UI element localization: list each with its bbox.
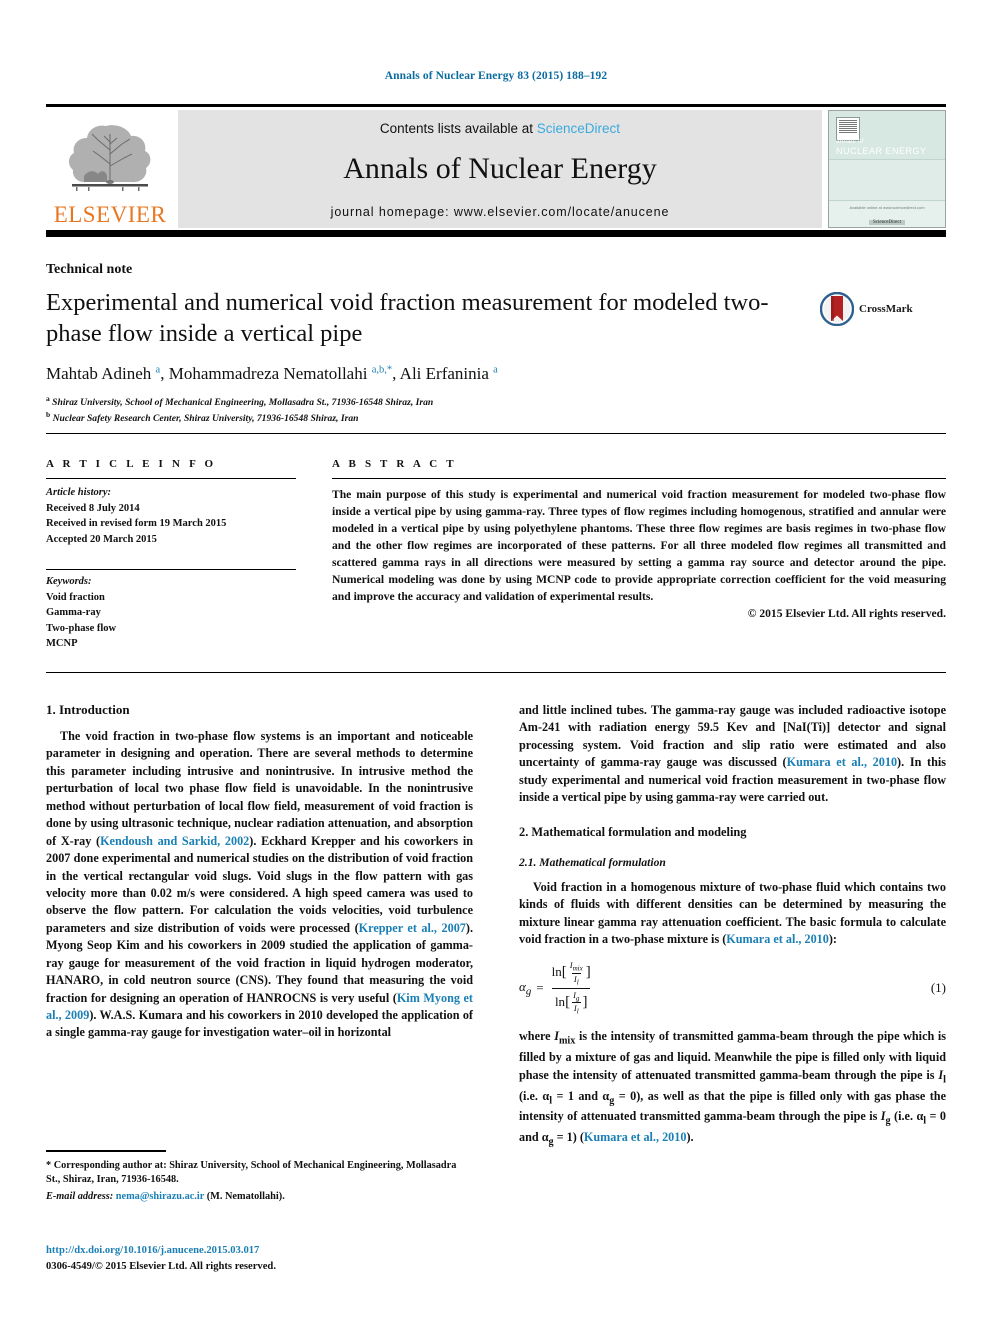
crossmark-label: CrossMark <box>859 303 913 315</box>
article-history-label: Article history: <box>46 487 112 498</box>
math-paragraph-2: where Imix is the intensity of transmitt… <box>519 1029 947 1148</box>
equation-lhs: αg <box>519 978 532 998</box>
masthead-bottom-rule <box>46 229 946 237</box>
footnote-rule <box>46 1150 166 1152</box>
article-info-column: A R T I C L E I N F O Article history: R… <box>46 458 296 652</box>
history-item: Received in revised form 19 March 2015 <box>46 518 227 530</box>
introduction-continuation: and little inclined tubes. The gamma-ray… <box>519 703 946 805</box>
cover-line1: annals of <box>836 138 864 145</box>
citation-link[interactable]: Kumara et al., 2010 <box>584 1130 687 1144</box>
equation-equals: = <box>536 980 544 996</box>
equation-fraction: ln[Imix Il] ln[Ig Il] <box>549 960 594 1016</box>
introduction-heading: 1. Introduction <box>46 702 130 717</box>
citation-link[interactable]: Kumara et al., 2010 <box>787 755 897 769</box>
article-history: Article history: Received 8 July 2014 Re… <box>46 485 296 547</box>
contents-prefix: Contents lists available at <box>379 120 534 136</box>
journal-masthead: ELSEVIER Contents lists available at Sci… <box>46 104 946 237</box>
abstract-rule <box>332 478 946 479</box>
keywords-label: Keywords: <box>46 576 92 588</box>
crossmark-badge[interactable]: CrossMark <box>820 288 925 326</box>
keywords-rule <box>46 569 296 571</box>
author-list: Mahtab Adineh a, Mohammadreza Nematollah… <box>46 363 498 383</box>
abstract-heading: A B S T R A C T <box>332 458 457 470</box>
corresponding-author-note: * Corresponding author at: Shiraz Univer… <box>46 1159 457 1186</box>
running-head: Annals of Nuclear Energy 83 (2015) 188–1… <box>384 70 608 82</box>
equation-numerator: ln[Imix Il] <box>551 960 591 987</box>
sciencedirect-link[interactable]: ScienceDirect <box>537 121 620 136</box>
doi-link[interactable]: http://dx.doi.org/10.1016/j.anucene.2015… <box>46 1243 473 1259</box>
equation-1: αg = ln[Imix Il] ln[Ig Il] <box>519 960 594 1016</box>
right-column: and little inclined tubes. The gamma-ray… <box>519 702 946 1150</box>
introduction-paragraph: The void fraction in two-phase flow syst… <box>46 729 474 1040</box>
journal-title: Annals of Nuclear Energy <box>343 152 657 185</box>
history-item: Received 8 July 2014 <box>46 502 140 514</box>
masthead-top-rule <box>46 104 946 107</box>
citation-link[interactable]: Krepper et al., 2007 <box>359 921 466 935</box>
keyword-item: Gamma-ray <box>46 607 101 619</box>
equation-number: (1) <box>930 980 946 996</box>
keyword-item: MCNP <box>46 638 78 650</box>
abstract-copyright: © 2015 Elsevier Ltd. All rights reserved… <box>747 607 946 621</box>
abstract-column: A B S T R A C T The main purpose of this… <box>332 458 946 652</box>
elsevier-logo: ELSEVIER <box>46 110 174 228</box>
equation-denominator: ln[Ig Il] <box>551 987 591 1016</box>
email-note: E-mail address: nema@shirazu.ac.ir (M. N… <box>46 1191 473 1202</box>
footnote-block: * Corresponding author at: Shiraz Univer… <box>46 1150 473 1202</box>
left-column: 1. Introduction The void fraction in two… <box>46 702 473 1150</box>
article-header: Technical note Experimental and numerica… <box>46 262 946 435</box>
cover-footer-area: Available online at www.sciencedirect.co… <box>829 200 945 227</box>
email-suffix: (M. Nematollahi). <box>206 1191 285 1203</box>
journal-cover-thumbnail: annals of NUCLEAR ENERGY Available onlin… <box>828 109 946 228</box>
math-subsection-heading: 2.1. Mathematical formulation <box>519 855 666 869</box>
journal-homepage-link[interactable]: journal homepage: www.elsevier.com/locat… <box>178 205 822 219</box>
masthead-center-panel: Contents lists available at ScienceDirec… <box>178 109 822 228</box>
doi-block: http://dx.doi.org/10.1016/j.anucene.2015… <box>46 1243 473 1275</box>
keyword-item: Void fraction <box>46 591 105 603</box>
elsevier-tree-icon <box>68 124 151 191</box>
crossmark-icon <box>820 292 854 326</box>
abstract-text: The main purpose of this study is experi… <box>332 488 946 604</box>
info-abstract-block: A R T I C L E I N F O Article history: R… <box>46 458 946 652</box>
cover-foot-line2: ScienceDirect <box>868 219 906 225</box>
cover-middle-area <box>829 159 945 201</box>
cover-mini-image <box>836 116 860 141</box>
affiliations: a Shiraz University, School of Mechanica… <box>46 394 946 426</box>
elsevier-wordmark: ELSEVIER <box>53 201 167 227</box>
email-link[interactable]: nema@shirazu.ac.ir <box>116 1191 204 1202</box>
article-info-rule <box>46 478 296 479</box>
cover-foot-line1: Available online at www.sciencedirect.co… <box>849 204 925 210</box>
keywords-block: Keywords: Void fraction Gamma-ray Two-ph… <box>46 574 296 652</box>
history-item: Accepted 20 March 2015 <box>46 533 157 545</box>
math-section-heading: 2. Mathematical formulation and modeling <box>519 824 747 839</box>
issn-copyright-line: 0306-4549/© 2015 Elsevier Ltd. All right… <box>46 1260 276 1272</box>
cover-line2: NUCLEAR ENERGY <box>836 145 927 156</box>
page-title: Experimental and numerical void fraction… <box>46 289 769 347</box>
header-divider <box>46 433 946 435</box>
paper-page: Annals of Nuclear Energy 83 (2015) 188–1… <box>0 0 992 1323</box>
body-columns: 1. Introduction The void fraction in two… <box>46 702 946 1150</box>
citation-link[interactable]: Kendoush and Sarkid, 2002 <box>100 834 249 848</box>
article-info-heading: A R T I C L E I N F O <box>46 458 217 470</box>
contents-available-line: Contents lists available at ScienceDirec… <box>178 121 822 136</box>
affiliation-b: b Nuclear Safety Research Center, Shiraz… <box>46 409 359 424</box>
citation-link[interactable]: Kumara et al., 2010 <box>726 932 829 946</box>
article-type-label: Technical note <box>46 262 133 277</box>
math-paragraph-1: Void fraction in a homogenous mixture of… <box>519 879 946 946</box>
equation-1-row: αg = ln[Imix Il] ln[Ig Il] (1) <box>519 960 946 1016</box>
abstract-bottom-rule <box>46 672 946 673</box>
affiliation-a: a Shiraz University, School of Mechanica… <box>46 393 434 408</box>
keyword-item: Two-phase flow <box>46 622 117 634</box>
email-label: E-mail address: <box>46 1191 114 1203</box>
